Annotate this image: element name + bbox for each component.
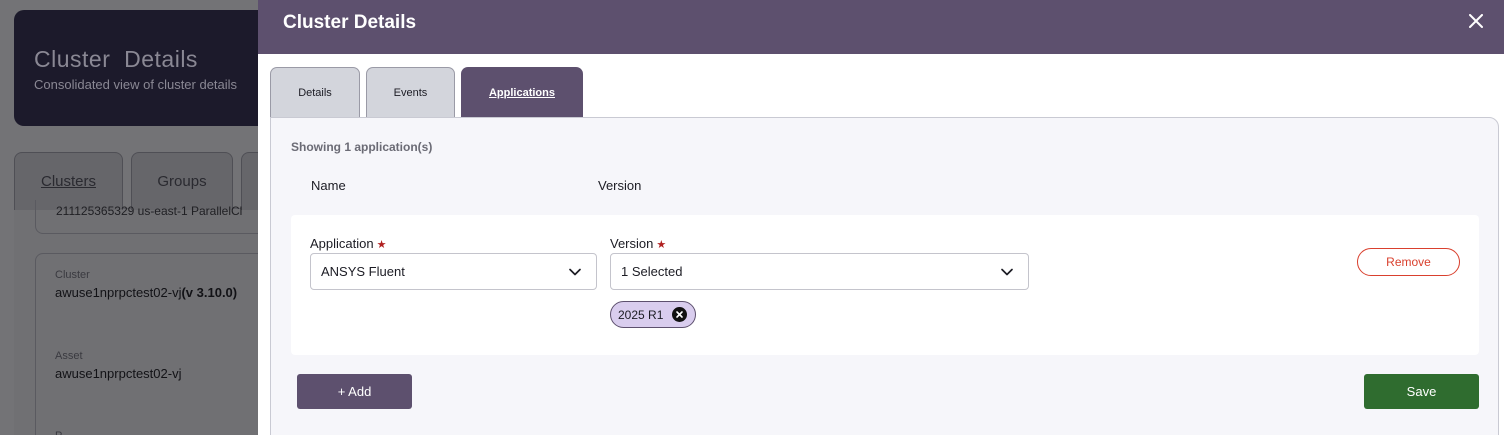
asset-value: awuse1nprpctest02-vj (55, 366, 182, 381)
partial-label: P (55, 430, 62, 435)
applications-panel: Showing 1 application(s) Name Version Ap… (270, 117, 1499, 435)
chevron-down-icon (569, 268, 581, 276)
cluster-value: awuse1nprpctest02-vj(v 3.10.0) (55, 285, 238, 300)
required-asterisk: ★ (376, 239, 387, 251)
required-asterisk: ★ (656, 239, 667, 251)
save-button[interactable]: Save (1364, 374, 1479, 409)
background-card-text: 211125365329 us-east-1 ParallelCl (56, 204, 243, 218)
application-field-label: Application ★ (310, 236, 387, 251)
cluster-label: Cluster (55, 269, 90, 281)
drawer-title: Cluster Details (283, 12, 417, 33)
drawer-header: Cluster Details (258, 0, 1504, 54)
background-card: Cluster awuse1nprpctest02-vj(v 3.10.0) A… (35, 253, 275, 435)
applications-count: Showing 1 application(s) (291, 140, 433, 154)
version-chip-label: 2025 R1 (618, 307, 664, 322)
background-card: 211125365329 us-east-1 ParallelCl (35, 200, 275, 234)
version-field-label: Version ★ (610, 236, 667, 251)
close-icon (676, 311, 684, 318)
application-select[interactable]: ANSYS Fluent (310, 253, 597, 290)
tab-applications[interactable]: Applications (461, 67, 583, 117)
close-icon[interactable] (1466, 12, 1486, 32)
column-header-version: Version (598, 178, 642, 193)
chevron-down-icon (1001, 268, 1013, 276)
add-application-button[interactable]: + Add (297, 374, 412, 409)
version-select[interactable]: 1 Selected (610, 253, 1029, 290)
close-icon-glyph (1469, 14, 1483, 28)
remove-button[interactable]: Remove (1357, 248, 1460, 276)
background-title: Cluster Details (34, 46, 198, 72)
column-header-name: Name (311, 178, 346, 193)
application-select-value: ANSYS Fluent (321, 264, 405, 279)
background-subtitle: Consolidated view of cluster details (34, 77, 238, 92)
application-row: Application ★ ANSYS Fluent Version ★ 1 Sel… (291, 215, 1479, 355)
remove-chip-icon[interactable] (672, 307, 688, 322)
tab-details[interactable]: Details (270, 67, 360, 117)
tab-events[interactable]: Events (366, 67, 455, 117)
version-chip: 2025 R1 (610, 301, 697, 328)
version-select-value: 1 Selected (621, 264, 683, 279)
asset-label: Asset (55, 350, 83, 362)
cluster-details-drawer: Cluster Details Details Events Applicati… (258, 0, 1504, 435)
